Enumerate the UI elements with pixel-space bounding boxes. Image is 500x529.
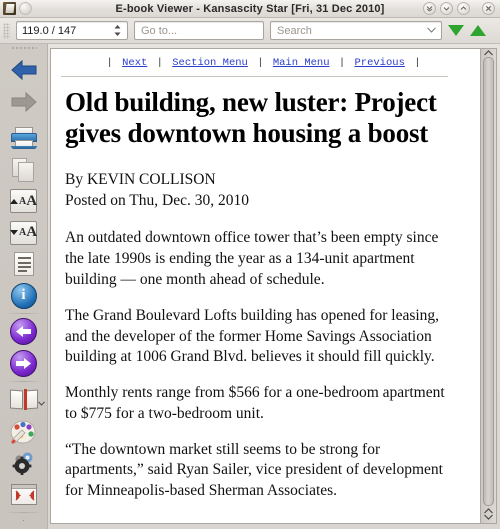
fullscreen-icon	[10, 483, 37, 505]
close-window-button[interactable]	[482, 2, 495, 15]
window-body: AA AA i · | Next | Section Menu | Main M…	[0, 44, 500, 529]
toolbar: 119.0 / 147 Go to... Search	[0, 18, 500, 44]
preferences-colors-button[interactable]	[4, 416, 44, 447]
sidebar-divider	[4, 313, 43, 315]
content-area: | Next | Section Menu | Main Menu | Prev…	[48, 44, 500, 529]
find-previous-button[interactable]	[470, 25, 486, 36]
toolbar-drag-handle[interactable]	[3, 22, 10, 39]
title-bar-left	[0, 2, 32, 15]
sidebar-divider	[4, 381, 43, 383]
bookmarks-button[interactable]	[4, 384, 45, 415]
article-posted-date: Posted on Thu, Dec. 30, 2010	[65, 191, 249, 209]
chevron-down-icon[interactable]	[422, 26, 441, 35]
info-icon: i	[10, 282, 37, 309]
article-author: By KEVIN COLLISON	[65, 170, 216, 188]
font-larger-icon: AA	[9, 189, 37, 214]
find-next-button[interactable]	[448, 25, 464, 36]
copy-pages-icon	[11, 157, 36, 182]
spinner-arrows-icon[interactable]	[111, 24, 127, 37]
article-paragraph: Monthly rents range from $566 for a one-…	[65, 384, 445, 422]
article: Old building, new luster: Project gives …	[59, 87, 468, 502]
document-page: | Next | Section Menu | Main Menu | Prev…	[50, 48, 480, 524]
right-arrow-icon	[11, 91, 37, 112]
circle-left-arrow-icon	[10, 318, 37, 346]
article-paragraph: An outdated downtown office tower that’s…	[65, 229, 439, 288]
goto-placeholder: Go to...	[141, 24, 178, 37]
article-paragraph: “The downtown market still seems to be s…	[65, 440, 443, 500]
scrollbar-thumb[interactable]	[483, 57, 494, 506]
decrease-font-size-button[interactable]: AA	[4, 217, 44, 248]
gear-icon	[12, 452, 33, 476]
article-headline: Old building, new luster: Project gives …	[65, 87, 437, 149]
open-book-icon	[9, 389, 38, 411]
title-bar: E-book Viewer - Kansascity Star [Fri, 31…	[0, 0, 500, 18]
circle-right-arrow-icon	[10, 349, 37, 377]
sidebar-divider	[4, 119, 43, 121]
vertical-scrollbar[interactable]	[480, 48, 497, 524]
previous-page-button[interactable]	[4, 316, 44, 347]
scrollbar-track[interactable]	[482, 56, 495, 507]
document-nav-links: | Next | Section Menu | Main Menu | Prev…	[59, 55, 468, 73]
nav-separator: |	[338, 57, 346, 69]
back-button[interactable]	[4, 55, 44, 86]
article-byline: By KEVIN COLLISON Posted on Thu, Dec. 30…	[65, 170, 460, 212]
window-controls	[423, 2, 500, 15]
sidebar-drag-handle[interactable]	[10, 46, 37, 51]
nav-separator: |	[257, 57, 264, 69]
fullscreen-button[interactable]	[4, 478, 44, 509]
article-paragraph: The Grand Boulevard Lofts building has o…	[65, 306, 440, 366]
font-smaller-icon: AA	[9, 220, 37, 245]
copy-button[interactable]	[4, 154, 44, 185]
nav-link-section-menu[interactable]: Section Menu	[172, 57, 248, 69]
search-input[interactable]: Search	[270, 21, 442, 40]
print-button[interactable]	[4, 122, 44, 153]
scroll-down-arrow[interactable]	[484, 507, 493, 522]
printer-icon	[10, 127, 37, 150]
ebook-viewer-window: E-book Viewer - Kansascity Star [Fri, 31…	[0, 0, 500, 529]
nav-separator: |	[106, 57, 113, 69]
nav-link-next[interactable]: Next	[122, 57, 147, 69]
sidebar-toolbar: AA AA i ·	[0, 44, 48, 529]
document-lines-icon	[13, 252, 34, 277]
maximize-window-button[interactable]	[457, 2, 470, 15]
table-of-contents-button[interactable]	[4, 248, 44, 279]
chevron-down-icon[interactable]	[37, 399, 45, 408]
nav-separator: |	[414, 57, 421, 69]
minimize-window-button[interactable]	[440, 2, 453, 15]
search-placeholder: Search	[277, 24, 312, 37]
settings-button[interactable]	[4, 447, 44, 478]
sidebar-overflow-indicator[interactable]: ·	[22, 515, 25, 525]
nav-separator: |	[156, 57, 163, 69]
shade-window-button[interactable]	[423, 2, 436, 15]
increase-font-size-button[interactable]: AA	[4, 185, 44, 216]
page-position-spinner[interactable]: 119.0 / 147	[16, 21, 128, 40]
nav-link-previous[interactable]: Previous	[354, 57, 404, 69]
sidebar-divider	[4, 511, 43, 513]
book-icon	[3, 2, 16, 15]
goto-input[interactable]: Go to...	[134, 21, 264, 40]
palette-icon	[10, 420, 36, 444]
metadata-button[interactable]: i	[4, 280, 44, 311]
nav-link-main-menu[interactable]: Main Menu	[273, 57, 330, 69]
left-arrow-icon	[10, 60, 36, 81]
page-position-value: 119.0 / 147	[22, 24, 77, 37]
horizontal-rule	[61, 76, 448, 77]
next-page-button[interactable]	[4, 348, 44, 379]
forward-button[interactable]	[4, 86, 44, 117]
window-menu-button[interactable]	[19, 2, 32, 15]
